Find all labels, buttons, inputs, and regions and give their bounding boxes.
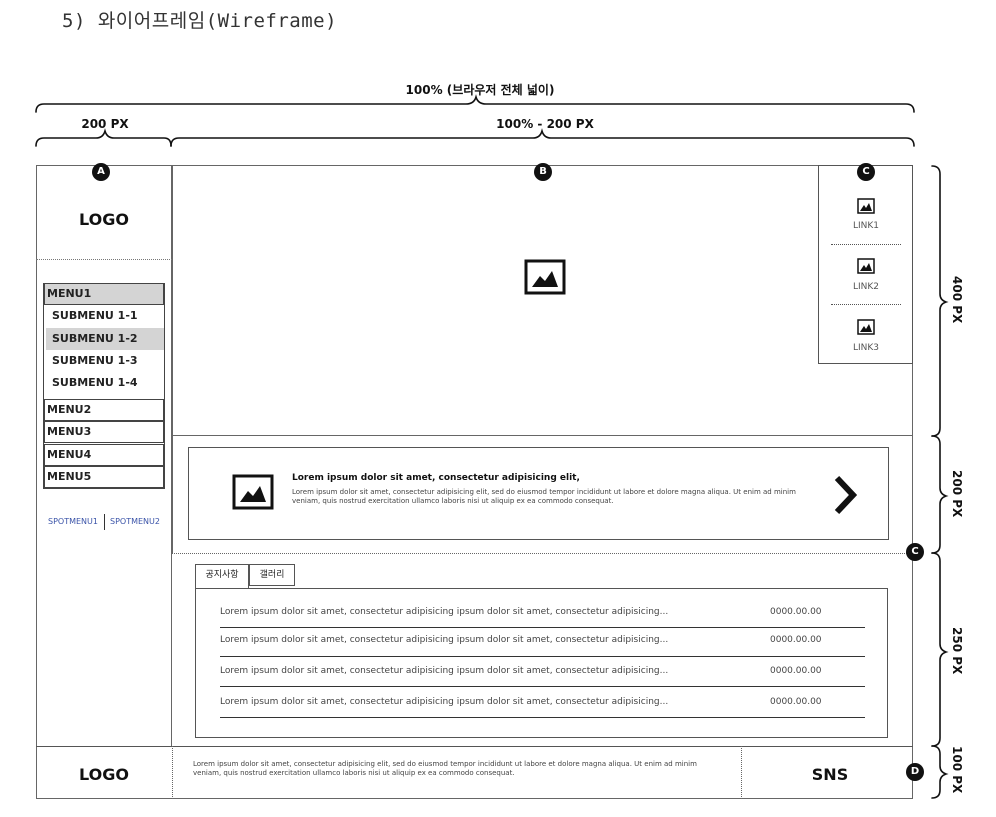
sidebar-logo[interactable]: LOGO bbox=[36, 210, 172, 229]
notice-title-3[interactable]: Lorem ipsum dolor sit amet, consectetur … bbox=[220, 666, 668, 676]
banner-text: Lorem ipsum dolor sit amet, consectetur … bbox=[292, 488, 796, 505]
footer-border bbox=[36, 746, 913, 747]
footer-text: Lorem ipsum dolor sit amet, consectetur … bbox=[193, 760, 697, 777]
tab-gallery[interactable]: 갤러리 bbox=[249, 564, 295, 586]
section-divider bbox=[172, 553, 913, 554]
chevron-right-icon[interactable] bbox=[833, 474, 859, 516]
spot-menu-divider bbox=[104, 514, 105, 530]
dim-height-100: 100 PX bbox=[950, 746, 964, 794]
notice-divider bbox=[220, 656, 865, 657]
notice-date-4: 0000.00.00 bbox=[770, 697, 822, 707]
notice-date-3: 0000.00.00 bbox=[770, 666, 822, 676]
link2-icon bbox=[857, 258, 875, 274]
notice-divider bbox=[220, 686, 865, 687]
link3-icon bbox=[857, 319, 875, 335]
main-visual bbox=[172, 165, 913, 436]
dim-height-200: 200 PX bbox=[950, 470, 964, 518]
dim-full-width: 100% (브라우저 전체 넓이) bbox=[405, 83, 555, 97]
link1-icon bbox=[857, 198, 875, 214]
dim-height-250: 250 PX bbox=[950, 627, 964, 675]
notice-title-4[interactable]: Lorem ipsum dolor sit amet, consectetur … bbox=[220, 697, 668, 707]
submenu-item-1-1[interactable]: SUBMENU 1-1 bbox=[46, 305, 164, 327]
menu-item-4[interactable]: MENU4 bbox=[44, 444, 164, 466]
link2-label[interactable]: LINK2 bbox=[820, 282, 912, 292]
menu-item-1[interactable]: MENU1 bbox=[44, 283, 164, 305]
link1-label[interactable]: LINK1 bbox=[820, 221, 912, 231]
badge-a: A bbox=[92, 163, 110, 181]
badge-c: C bbox=[857, 163, 875, 181]
submenu-item-1-4[interactable]: SUBMENU 1-4 bbox=[46, 372, 164, 394]
spot-menu-1[interactable]: SPOTMENU1 bbox=[48, 517, 98, 526]
menu-item-3[interactable]: MENU3 bbox=[44, 421, 164, 443]
spot-menu-2[interactable]: SPOTMENU2 bbox=[110, 517, 160, 526]
banner-image-icon bbox=[232, 474, 274, 510]
notice-divider bbox=[220, 627, 865, 628]
submenu-item-1-2[interactable]: SUBMENU 1-2 bbox=[46, 328, 164, 350]
menu-item-5[interactable]: MENU5 bbox=[44, 466, 164, 488]
notice-title-2[interactable]: Lorem ipsum dolor sit amet, consectetur … bbox=[220, 635, 668, 645]
sidebar-divider bbox=[36, 259, 172, 260]
banner-title: Lorem ipsum dolor sit amet, consectetur … bbox=[292, 473, 580, 483]
footer-sns[interactable]: SNS bbox=[785, 765, 875, 784]
image-icon bbox=[524, 259, 566, 295]
dim-content-width: 100% - 200 PX bbox=[496, 117, 594, 131]
link-divider bbox=[831, 244, 901, 245]
dim-sidebar-width: 200 PX bbox=[81, 117, 129, 131]
notice-divider bbox=[220, 717, 865, 718]
badge-d: D bbox=[906, 763, 924, 781]
badge-b: B bbox=[534, 163, 552, 181]
badge-c-2: C bbox=[906, 543, 924, 561]
notice-date-2: 0000.00.00 bbox=[770, 635, 822, 645]
footer-divider bbox=[172, 746, 173, 799]
footer-divider bbox=[741, 746, 742, 799]
notice-title-1[interactable]: Lorem ipsum dolor sit amet, consectetur … bbox=[220, 607, 668, 617]
link3-label[interactable]: LINK3 bbox=[820, 343, 912, 353]
menu-item-2[interactable]: MENU2 bbox=[44, 399, 164, 421]
notice-date-1: 0000.00.00 bbox=[770, 607, 822, 617]
submenu-item-1-3[interactable]: SUBMENU 1-3 bbox=[46, 350, 164, 372]
link-divider bbox=[831, 304, 901, 305]
footer-logo[interactable]: LOGO bbox=[36, 765, 172, 784]
tab-notice[interactable]: 공지사항 bbox=[195, 564, 249, 589]
dim-height-400: 400 PX bbox=[950, 276, 964, 324]
